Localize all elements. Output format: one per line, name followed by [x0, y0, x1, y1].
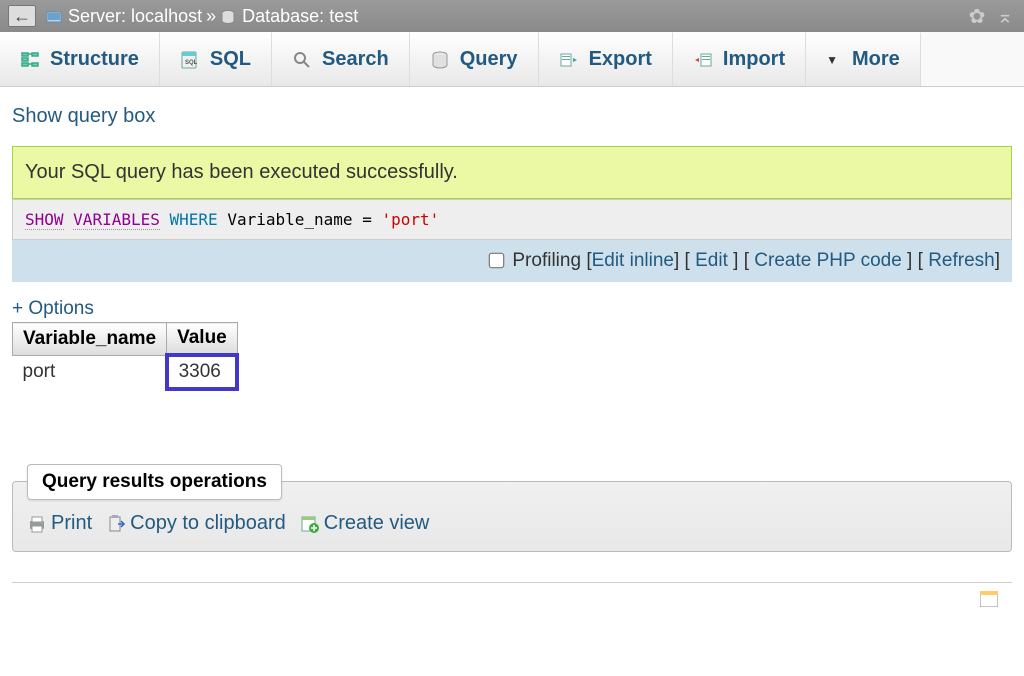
breadcrumb-server-label: Server: — [68, 6, 126, 27]
window-icon[interactable] — [980, 591, 998, 607]
tab-sql-label: SQL — [210, 48, 251, 71]
column-header-variable-name[interactable]: Variable_name — [13, 323, 167, 356]
copy-label: Copy to clipboard — [130, 512, 286, 535]
edit-inline-link[interactable]: Edit inline — [592, 250, 674, 271]
edit-link[interactable]: Edit — [695, 250, 728, 271]
export-icon — [559, 50, 579, 70]
database-icon — [220, 9, 236, 23]
collapse-icon[interactable]: ⌅ — [994, 5, 1016, 27]
tab-query-label: Query — [460, 48, 518, 71]
tabs-bar: Structure SQL SQL Search Query Export Im… — [0, 32, 1024, 87]
copy-clipboard-link[interactable]: Copy to clipboard — [106, 512, 286, 535]
sql-string: 'port' — [381, 210, 439, 229]
sql-identifier: Variable_name = — [227, 210, 372, 229]
print-link[interactable]: Print — [27, 512, 92, 535]
sql-icon: SQL — [180, 50, 200, 70]
print-label: Print — [51, 512, 92, 535]
table-row: port 3306 — [13, 355, 238, 389]
create-php-link[interactable]: Create PHP code — [754, 250, 902, 271]
print-icon — [27, 514, 47, 534]
table-header-row: Variable_name Value — [13, 323, 238, 356]
sql-keyword: SHOW — [25, 210, 64, 230]
results-table: Variable_name Value port 3306 — [12, 322, 239, 391]
query-results-operations-panel: Query results operations Print Copy to c… — [12, 481, 1012, 552]
refresh-link[interactable]: Refresh — [928, 250, 995, 271]
create-view-link[interactable]: Create view — [300, 512, 430, 535]
sql-query-display: SHOW VARIABLES WHERE Variable_name = 'po… — [12, 199, 1012, 240]
footer-separator — [12, 582, 1012, 583]
tab-more[interactable]: ▼ More — [806, 32, 921, 86]
svg-text:SQL: SQL — [185, 60, 198, 66]
query-icon — [430, 50, 450, 70]
dropdown-arrow-icon: ▼ — [826, 53, 838, 67]
success-message: Your SQL query has been executed success… — [12, 146, 1012, 199]
tab-structure-label: Structure — [50, 48, 139, 71]
clipboard-icon — [106, 514, 126, 534]
breadcrumb-server-value[interactable]: localhost — [131, 6, 202, 27]
tab-export[interactable]: Export — [539, 32, 673, 86]
cell-variable-name: port — [13, 355, 167, 389]
tab-more-label: More — [852, 48, 900, 71]
tab-import[interactable]: Import — [673, 32, 806, 86]
profiling-label: Profiling — [512, 250, 581, 271]
tab-search-label: Search — [322, 48, 389, 71]
breadcrumb-bar: ← Server: localhost » Database: test ✿ ⌅ — [0, 0, 1024, 32]
search-icon — [292, 50, 312, 70]
sql-keyword: VARIABLES — [73, 210, 160, 230]
import-icon — [693, 50, 713, 70]
gear-icon[interactable]: ✿ — [966, 5, 988, 27]
cell-value: 3306 — [167, 355, 238, 389]
operations-panel-title: Query results operations — [27, 464, 282, 500]
breadcrumb-separator: » — [206, 6, 216, 27]
breadcrumb-database-value[interactable]: test — [329, 6, 358, 27]
tab-structure[interactable]: Structure — [0, 32, 160, 86]
structure-icon — [20, 50, 40, 70]
tab-export-label: Export — [589, 48, 652, 71]
tab-sql[interactable]: SQL SQL — [160, 32, 272, 86]
options-toggle[interactable]: + Options — [12, 298, 1012, 320]
query-actions-bar: Profiling [Edit inline] [ Edit ] [ Creat… — [12, 240, 1012, 282]
tab-query[interactable]: Query — [410, 32, 539, 86]
create-view-icon — [300, 514, 320, 534]
tab-import-label: Import — [723, 48, 785, 71]
back-button[interactable]: ← — [8, 5, 36, 27]
breadcrumb-database-label: Database: — [242, 6, 324, 27]
sql-keyword: WHERE — [170, 210, 218, 229]
tab-search[interactable]: Search — [272, 32, 410, 86]
server-icon — [46, 9, 62, 23]
create-view-label: Create view — [324, 512, 430, 535]
column-header-value[interactable]: Value — [167, 323, 238, 356]
profiling-checkbox[interactable] — [489, 253, 505, 269]
show-query-box-link[interactable]: Show query box — [12, 105, 155, 127]
